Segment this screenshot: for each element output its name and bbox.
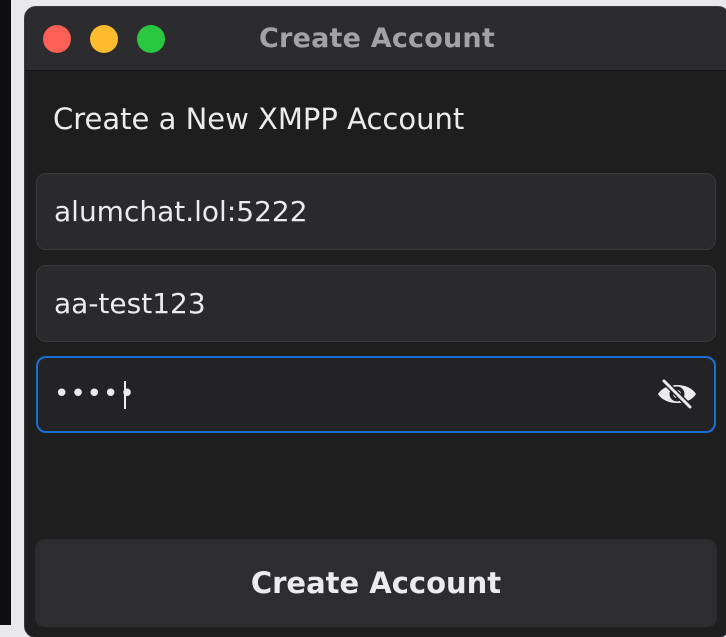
server-input-value: alumchat.lol:5222 bbox=[54, 195, 308, 228]
create-account-window: Create Account Create a New XMPP Account… bbox=[25, 7, 726, 637]
form-heading: Create a New XMPP Account bbox=[53, 102, 465, 136]
password-input[interactable]: ••••• bbox=[36, 356, 716, 433]
create-account-button[interactable]: Create Account bbox=[35, 539, 717, 627]
username-input[interactable]: aa-test123 bbox=[36, 265, 716, 342]
text-cursor bbox=[124, 381, 126, 409]
window-title: Create Account bbox=[259, 23, 495, 54]
server-input[interactable]: alumchat.lol:5222 bbox=[36, 173, 716, 250]
title-bar: Create Account bbox=[25, 7, 726, 71]
background-window-edge bbox=[0, 0, 11, 625]
eye-slash-icon[interactable] bbox=[655, 378, 699, 410]
username-input-value: aa-test123 bbox=[54, 287, 206, 320]
